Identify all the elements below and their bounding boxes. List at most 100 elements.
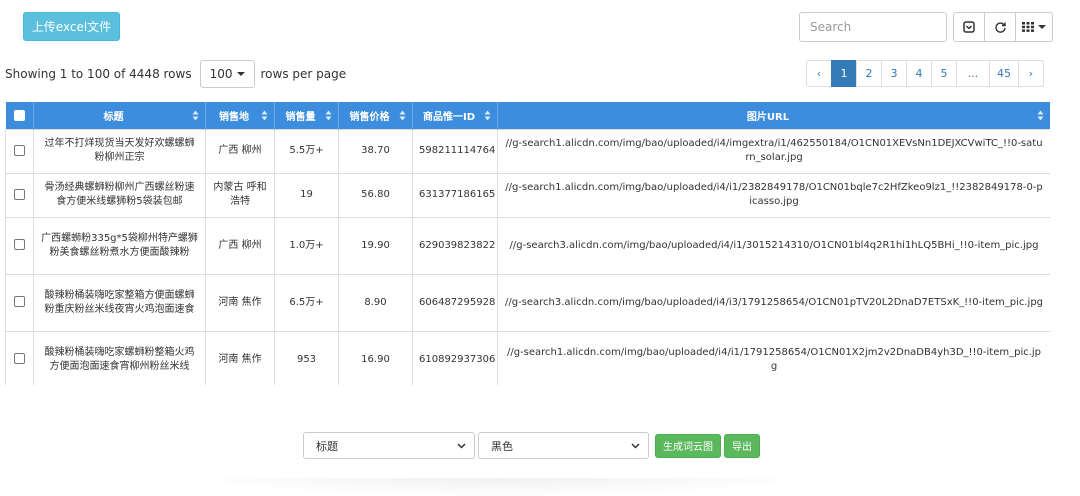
cell-sales-volume: 5.5万+ [274,128,339,174]
header-label: 销售地 [219,111,249,123]
header-label: 销售量 [285,111,316,123]
cell-price: 19.90 [338,216,413,275]
table-row: 广西螺蛳粉335g*5袋柳州特产螺狮粉美食螺丝粉煮水方便面酸辣粉 广西 柳州 1.0… [5,216,1050,275]
toggle-view-button[interactable] [953,12,985,42]
header-title[interactable]: 标题 [33,102,206,129]
table-row: 酸辣粉桶装嗨吃家螺蛳粉整箱火鸡方便面泡面速食宵柳州粉丝米线 河南 焦作 953 16.… [5,330,1050,385]
cell-item-id: 610892937306 [412,330,498,385]
refresh-icon [994,21,1006,33]
cell-image-url: //g-search3.alicdn.com/img/bao/uploaded/… [497,273,1050,332]
header-item-id[interactable]: 商品惟一ID [412,102,498,129]
cell-price: 56.80 [338,172,413,218]
chevron-down-icon [457,442,466,449]
export-button[interactable]: 导出 [724,433,760,458]
cell-title: 过年不打烊现货当天发好欢螺螺蛳粉柳州正宗 [33,128,206,174]
cell-sales-volume: 1.0万+ [274,216,339,275]
cell-location: 内蒙古 呼和浩特 [205,172,275,218]
cell-item-id: 629039823822 [412,216,498,275]
toolbar-button-group [953,12,1053,42]
cell-sales-volume: 953 [274,330,339,385]
cell-price: 8.90 [338,273,413,332]
cell-item-id: 631377186165 [412,172,498,218]
page-button[interactable]: 3 [881,60,907,87]
refresh-button[interactable] [984,12,1016,42]
table-row: 骨汤经典螺蛳粉柳州广西螺丝粉速食方便米线螺狮粉5袋装包邮 内蒙古 呼和浩特 19 56… [5,172,1050,218]
cell-price: 16.90 [338,330,413,385]
header-location[interactable]: 销售地 [205,102,275,129]
field-select-value: 标题 [316,439,338,453]
header-label: 标题 [103,111,124,123]
row-checkbox[interactable] [14,144,25,156]
header-price[interactable]: 销售价格 [338,102,413,129]
row-checkbox[interactable] [14,296,25,307]
row-checkbox[interactable] [14,353,25,364]
field-select[interactable]: 标题 [303,432,475,459]
header-sales-volume[interactable]: 销售量 [274,102,339,129]
row-checkbox[interactable] [14,188,25,200]
page-button[interactable]: 4 [906,60,932,87]
rows-per-page-label: rows per page [260,67,347,81]
page-size-dropdown[interactable]: 100 [199,60,255,88]
cell-title: 骨汤经典螺蛳粉柳州广西螺丝粉速食方便米线螺狮粉5袋装包邮 [33,172,206,218]
row-select-cell [5,172,34,218]
prev-page-button[interactable]: ‹ [806,60,832,87]
select-all-header [5,102,34,129]
header-label: 图片URL [746,111,790,123]
page-button[interactable]: 45 [989,60,1019,87]
sort-icon [484,110,491,121]
row-select-cell [5,273,34,332]
upload-excel-button[interactable]: 上传excel文件 [23,12,120,41]
cell-location: 广西 柳州 [205,216,275,275]
select-all-checkbox[interactable] [13,109,25,121]
data-table-container: 标题 销售地 销售量 销售价格 商品惟一ID 图片URL 过年不打烊现货当天发好欢螺螺蛳粉… [5,102,1050,385]
sort-icon [399,110,406,121]
table-header-row: 标题 销售地 销售量 销售价格 商品惟一ID 图片URL [5,102,1050,129]
cell-price: 38.70 [338,128,413,174]
color-select[interactable]: 黑色 [478,432,649,459]
cell-image-url: //g-search1.alicdn.com/img/bao/uploaded/… [497,330,1050,385]
table-toolbar [799,12,1053,42]
page-button[interactable]: 5 [931,60,957,87]
page-button[interactable]: ... [956,60,990,87]
table-row: 过年不打烊现货当天发好欢螺螺蛳粉柳州正宗 广西 柳州 5.5万+ 38.70 59821… [5,128,1050,174]
cell-item-id: 606487295928 [412,273,498,332]
columns-icon [1022,22,1034,32]
cell-image-url: //g-search1.alicdn.com/img/bao/uploaded/… [497,128,1050,174]
page-button[interactable]: 1 [831,60,857,87]
row-select-cell [5,330,34,385]
cell-item-id: 598211114764 [412,128,498,174]
table-row: 酸辣粉桶装嗨吃家整箱方便面螺蛳粉重庆粉丝米线夜宵火鸡泡面速食 河南 焦作 6.5万+… [5,273,1050,332]
header-label: 商品惟一ID [422,111,476,123]
cell-title: 广西螺蛳粉335g*5袋柳州特产螺狮粉美食螺丝粉煮水方便面酸辣粉 [33,216,206,275]
toggle-icon [963,21,975,33]
sort-icon [1037,110,1044,121]
sort-icon [325,110,332,121]
cell-image-url: //g-search3.alicdn.com/img/bao/uploaded/… [497,216,1050,275]
generate-wordcloud-button[interactable]: 生成词云图 [655,433,721,458]
pagination: ‹ 1 2 3 4 5... 45 › [806,60,1044,87]
wordcloud-controls: 标题 黑色 生成词云图 导出 [303,432,760,459]
pagination-info: Showing 1 to 100 of 4448 rows 100 rows p… [5,60,346,88]
cell-location: 广西 柳州 [205,128,275,174]
showing-text: Showing 1 to 100 of 4448 rows [5,67,192,81]
chevron-down-icon [1038,25,1046,29]
search-input[interactable] [799,12,947,42]
cell-location: 河南 焦作 [205,330,275,385]
sort-icon [261,110,268,121]
chevron-down-icon [631,442,640,449]
cell-title: 酸辣粉桶装嗨吃家整箱方便面螺蛳粉重庆粉丝米线夜宵火鸡泡面速食 [33,273,206,332]
columns-dropdown-button[interactable] [1015,12,1053,42]
page-button[interactable]: 2 [856,60,882,87]
bottom-shadow-divider [180,478,820,496]
row-select-cell [5,128,34,174]
row-select-cell [5,216,34,275]
color-select-value: 黑色 [491,439,513,453]
row-checkbox[interactable] [14,239,25,250]
sort-icon [192,110,199,121]
chevron-down-icon [236,72,245,76]
cell-location: 河南 焦作 [205,273,275,332]
header-image-url[interactable]: 图片URL [497,102,1050,129]
header-label: 销售价格 [349,111,390,123]
next-page-button[interactable]: › [1018,60,1044,87]
cell-image-url: //g-search1.alicdn.com/img/bao/uploaded/… [497,172,1050,218]
